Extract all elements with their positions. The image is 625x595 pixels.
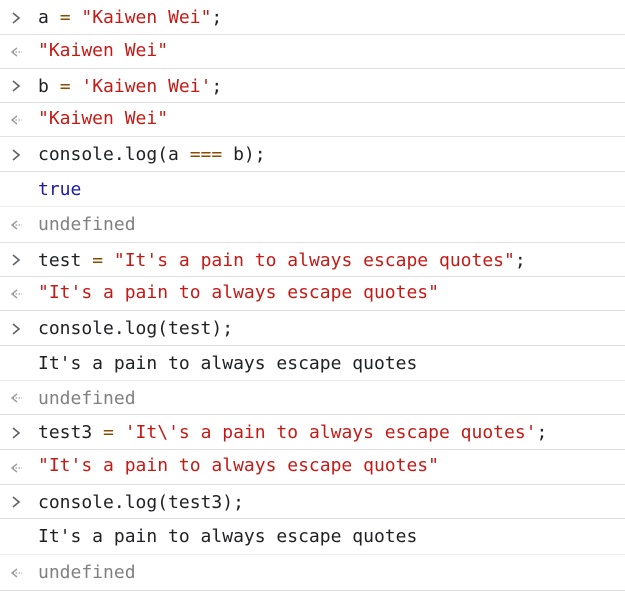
- token-plain: test3: [38, 422, 104, 443]
- console-result-row: undefined: [0, 381, 625, 415]
- token-plain: ;: [211, 76, 223, 97]
- console-input-text: test3 = 'It\'s a pain to always escape q…: [38, 422, 547, 444]
- console-log-text: true: [38, 179, 81, 201]
- console-log-text: It's a pain to always escape quotes: [38, 526, 417, 548]
- console-result-row: "Kaiwen Wei": [0, 35, 625, 69]
- token-str: "It's a pain to always escape quotes": [113, 250, 515, 271]
- token-muted: undefined: [38, 562, 136, 583]
- chevron-right-icon: [9, 322, 23, 336]
- token-op: ===: [189, 144, 223, 165]
- console-log-text: It's a pain to always escape quotes: [38, 353, 417, 375]
- return-arrow-icon: [9, 391, 23, 405]
- devtools-console: a = "Kaiwen Wei"; "Kaiwen Wei" b = 'Kaiwen…: [0, 0, 625, 595]
- token-plain: ;: [211, 7, 223, 28]
- console-result-row: undefined: [0, 555, 625, 591]
- console-result-row: "It's a pain to always escape quotes": [0, 277, 625, 311]
- return-arrow-icon: [9, 218, 23, 232]
- console-result-text: "It's a pain to always escape quotes": [38, 455, 439, 477]
- return-arrow-icon: [9, 45, 23, 59]
- console-input-row[interactable]: test3 = 'It\'s a pain to always escape q…: [0, 415, 625, 450]
- console-log-row: true: [0, 172, 625, 207]
- token-op: =: [92, 250, 104, 271]
- token-plain: test: [38, 250, 93, 271]
- chevron-right-icon: [9, 79, 23, 93]
- token-str: "It's a pain to always escape quotes": [38, 282, 439, 303]
- console-log-row: It's a pain to always escape quotes: [0, 346, 625, 381]
- chevron-right-icon: [9, 426, 23, 440]
- token-str: "Kaiwen Wei": [38, 40, 169, 61]
- token-plain: ;: [536, 422, 548, 443]
- token-str: "It's a pain to always escape quotes": [38, 455, 439, 476]
- console-input-text: console.log(test3);: [38, 492, 244, 514]
- return-arrow-icon: [9, 461, 23, 475]
- token-plain: It's a pain to always escape quotes: [38, 353, 418, 374]
- console-input-row[interactable]: test = "It's a pain to always escape quo…: [0, 243, 625, 277]
- console-log-row: It's a pain to always escape quotes: [0, 519, 625, 555]
- token-plain: It's a pain to always escape quotes: [38, 526, 418, 547]
- token-str: 'It\'s a pain to always escape quotes': [124, 422, 537, 443]
- token-plain: console.log(a: [38, 144, 190, 165]
- token-str: 'Kaiwen Wei': [81, 76, 212, 97]
- token-plain: a: [38, 7, 60, 28]
- token-str: "Kaiwen Wei": [81, 7, 212, 28]
- console-result-text: undefined: [38, 388, 136, 410]
- console-result-row: "It's a pain to always escape quotes": [0, 450, 625, 485]
- console-input-row[interactable]: b = 'Kaiwen Wei';: [0, 69, 625, 103]
- chevron-right-icon: [9, 253, 23, 267]
- token-plain: b: [38, 76, 60, 97]
- token-plain: b);: [222, 144, 266, 165]
- return-arrow-icon: [9, 113, 23, 127]
- console-result-row: "Kaiwen Wei": [0, 103, 625, 137]
- token-plain: console.log(test);: [38, 318, 234, 339]
- return-arrow-icon: [9, 566, 23, 580]
- token-plain: console.log(test3);: [38, 492, 244, 513]
- console-input-row[interactable]: console.log(test);: [0, 311, 625, 346]
- console-input-text: test = "It's a pain to always escape quo…: [38, 250, 526, 272]
- token-op: =: [103, 422, 114, 443]
- console-input-text: b = 'Kaiwen Wei';: [38, 76, 222, 98]
- console-input-row[interactable]: console.log(test3);: [0, 485, 625, 519]
- token-kw: true: [38, 179, 82, 200]
- console-result-text: undefined: [38, 562, 136, 584]
- token-muted: undefined: [38, 388, 136, 409]
- console-input-row[interactable]: a = "Kaiwen Wei";: [0, 0, 625, 35]
- console-input-text: console.log(test);: [38, 318, 233, 340]
- token-op: =: [59, 7, 71, 28]
- console-input-row[interactable]: console.log(a === b);: [0, 137, 625, 172]
- console-input-text: console.log(a === b);: [38, 144, 266, 166]
- console-input-text: a = "Kaiwen Wei";: [38, 7, 222, 29]
- chevron-right-icon: [9, 11, 23, 25]
- token-plain: ;: [514, 250, 526, 271]
- console-result-text: "Kaiwen Wei": [38, 40, 168, 62]
- console-result-row: undefined: [0, 207, 625, 243]
- console-result-text: "Kaiwen Wei": [38, 108, 168, 130]
- token-op: =: [59, 76, 71, 97]
- return-arrow-icon: [9, 287, 23, 301]
- console-result-text: "It's a pain to always escape quotes": [38, 282, 439, 304]
- token-str: "Kaiwen Wei": [38, 108, 169, 129]
- chevron-right-icon: [9, 495, 23, 509]
- chevron-right-icon: [9, 148, 23, 162]
- console-result-text: undefined: [38, 214, 136, 236]
- token-muted: undefined: [38, 214, 136, 235]
